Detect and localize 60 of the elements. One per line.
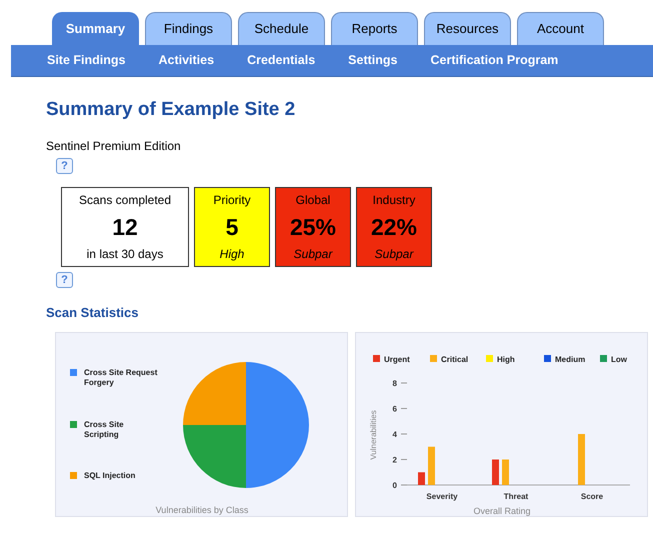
tick-label: 2 (392, 455, 397, 464)
legend-label: High (497, 354, 515, 364)
card-note: High (220, 246, 244, 263)
legend-swatch (544, 354, 551, 362)
subnav-link[interactable]: Settings (348, 51, 398, 70)
card-note: Subpar (294, 246, 332, 263)
legend-label: Cross Site Scripting (84, 420, 124, 438)
nav-tab[interactable]: Findings (145, 12, 232, 45)
legend-label: Urgent (384, 354, 410, 364)
nav-tab[interactable]: Schedule (238, 12, 325, 45)
legend-label: SQL Injection (84, 470, 136, 480)
help-icon[interactable]: ? (56, 272, 73, 288)
card-title: Industry (372, 192, 416, 209)
bar (578, 434, 585, 484)
card-value: 25% (290, 214, 336, 240)
legend-swatch (373, 354, 380, 362)
card-value: 12 (112, 214, 138, 240)
bar (492, 459, 499, 484)
legend-swatch (70, 420, 77, 428)
legend-swatch (486, 354, 493, 362)
category-label: Severity (426, 492, 458, 500)
nav-tab[interactable]: Account (517, 12, 604, 45)
subnav-link[interactable]: Credentials (247, 51, 316, 70)
legend-label: Low (611, 354, 627, 364)
axis-title: Vulnerabilities by Class (156, 504, 248, 514)
axis-title: Overall Rating (473, 506, 531, 516)
bar (418, 472, 425, 484)
legend-label: Medium (555, 354, 586, 364)
card-title: Priority (213, 192, 251, 209)
subnav-link[interactable]: Certification Program (430, 51, 558, 70)
legend-swatch (600, 354, 607, 362)
card-title: Scans completed (78, 192, 172, 209)
legend-swatch (70, 368, 77, 376)
page-heading: Summary of Example Site 2 (46, 98, 296, 122)
help-icon[interactable]: ? (56, 158, 73, 174)
bar (428, 446, 435, 484)
tick-label: 0 (392, 480, 397, 490)
legend-label: Critical (441, 354, 468, 364)
subnav-link[interactable]: Activities (158, 51, 214, 70)
legend-swatch (70, 472, 77, 478)
nav-tab[interactable]: Summary (52, 12, 139, 45)
card-value: 22% (370, 214, 418, 240)
card-value: 5 (226, 214, 238, 240)
edition-label: Sentinel Premium Edition (46, 139, 182, 153)
nav-tab[interactable]: Resources (424, 12, 511, 45)
section-title: Scan Statistics (46, 304, 140, 322)
subnav-link[interactable]: Site Findings (47, 51, 126, 70)
tick-label: 4 (392, 430, 397, 438)
axis-title: Vulnerabilities (369, 410, 378, 460)
nav-tab[interactable]: Reports (331, 12, 418, 45)
card-note: Subpar (374, 246, 414, 263)
tick-label: 6 (392, 404, 397, 413)
card-title: Global (296, 192, 330, 209)
category-label: Score (580, 492, 604, 500)
category-label: Threat (504, 492, 528, 500)
legend-swatch (430, 354, 437, 362)
tick-label: 8 (392, 378, 397, 388)
legend-label: Cross Site Request Forgery (84, 368, 158, 386)
bar (502, 459, 509, 484)
card-note: in last 30 days (86, 246, 164, 263)
